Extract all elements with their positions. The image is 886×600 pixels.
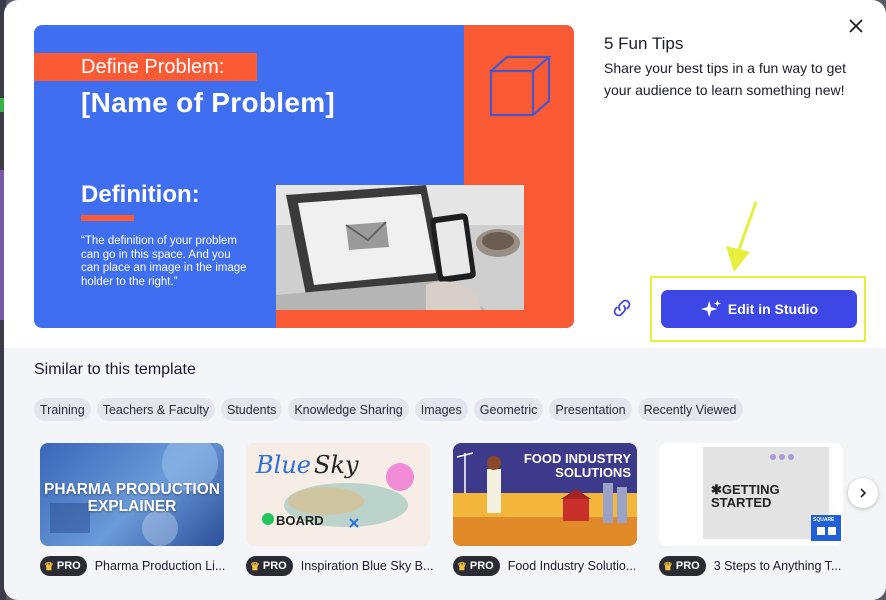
tag-list: Training Teachers & Faculty Students Kno… (34, 398, 743, 421)
card-name: 3 Steps to Anything T... (713, 559, 842, 573)
tag-recently-viewed[interactable]: Recently Viewed (637, 398, 743, 421)
edit-in-studio-label: Edit in Studio (727, 301, 819, 317)
link-icon[interactable] (610, 296, 634, 320)
card-name: Pharma Production Li... (94, 559, 226, 573)
slide-label: Define Problem: (81, 56, 225, 78)
slide-definition-body: “The definition of your problem can go i… (81, 235, 247, 288)
pro-badge: ♛ PRO (246, 556, 293, 576)
close-icon[interactable] (844, 14, 868, 38)
crown-icon: ♛ (250, 560, 260, 573)
card-thumb-title: ✱GETTING STARTED (711, 482, 780, 510)
card-thumbnail: PHARMA PRODUCTION EXPLAINER (40, 443, 224, 546)
template-card[interactable]: PHARMA PRODUCTION EXPLAINER ♛ PRO Pharma … (40, 443, 225, 576)
tag-images[interactable]: Images (414, 398, 468, 421)
card-name: Inspiration Blue Sky B... (300, 559, 434, 573)
pro-badge: ♛ PRO (453, 556, 500, 576)
template-modal: Define Problem: [Name of Problem] Defini… (4, 0, 886, 600)
card-thumbnail: FOOD INDUSTRY SOLUTIONS (453, 443, 637, 546)
card-thumb-title: PHARMA PRODUCTION EXPLAINER (44, 481, 220, 515)
tag-students[interactable]: Students (221, 398, 283, 421)
template-card[interactable]: Blue Sky BOARD ♛ PRO Inspiration Blue Sky… (246, 443, 433, 576)
pro-badge: ♛ PRO (40, 556, 87, 576)
tag-teachers-faculty[interactable]: Teachers & Faculty (96, 398, 215, 421)
chevron-right-icon (860, 488, 867, 498)
laptop-phone-photo (276, 185, 524, 310)
yellow-arrow-annotation (726, 201, 758, 272)
crown-icon: ♛ (457, 560, 467, 573)
tag-knowledge-sharing[interactable]: Knowledge Sharing (288, 398, 409, 421)
card-thumbnail: ✱GETTING STARTED SQUARE (659, 443, 843, 546)
slide-definition-title: Definition: (81, 181, 200, 208)
card-thumb-title: FOOD INDUSTRY SOLUTIONS (523, 451, 631, 480)
tag-training[interactable]: Training (34, 398, 91, 421)
template-description: Share your best tips in a fun way to get… (604, 60, 847, 98)
crown-icon: ♛ (44, 560, 54, 573)
similar-section-title: Similar to this template (34, 361, 196, 378)
card-thumbnail: Blue Sky BOARD (246, 443, 430, 546)
edit-in-studio-button[interactable]: Edit in Studio (661, 290, 857, 328)
tag-presentation[interactable]: Presentation (549, 398, 632, 421)
template-card[interactable]: ✱GETTING STARTED SQUARE ♛ PRO 3 Steps to … (659, 443, 843, 576)
template-title: 5 Fun Tips (604, 34, 684, 53)
sparkle-icon (700, 299, 721, 318)
tag-geometric[interactable]: Geometric (473, 398, 544, 421)
pro-badge: ♛ PRO (659, 556, 706, 576)
carousel-next-button[interactable] (848, 478, 878, 508)
cube-outline-icon (489, 55, 551, 117)
card-name: Food Industry Solutio... (507, 559, 637, 573)
template-preview: Define Problem: [Name of Problem] Defini… (34, 25, 574, 328)
crown-icon: ♛ (663, 560, 673, 573)
template-card[interactable]: FOOD INDUSTRY SOLUTIONS ♛ PRO Food Indust… (453, 443, 637, 576)
slide-headline: [Name of Problem] (81, 87, 336, 118)
